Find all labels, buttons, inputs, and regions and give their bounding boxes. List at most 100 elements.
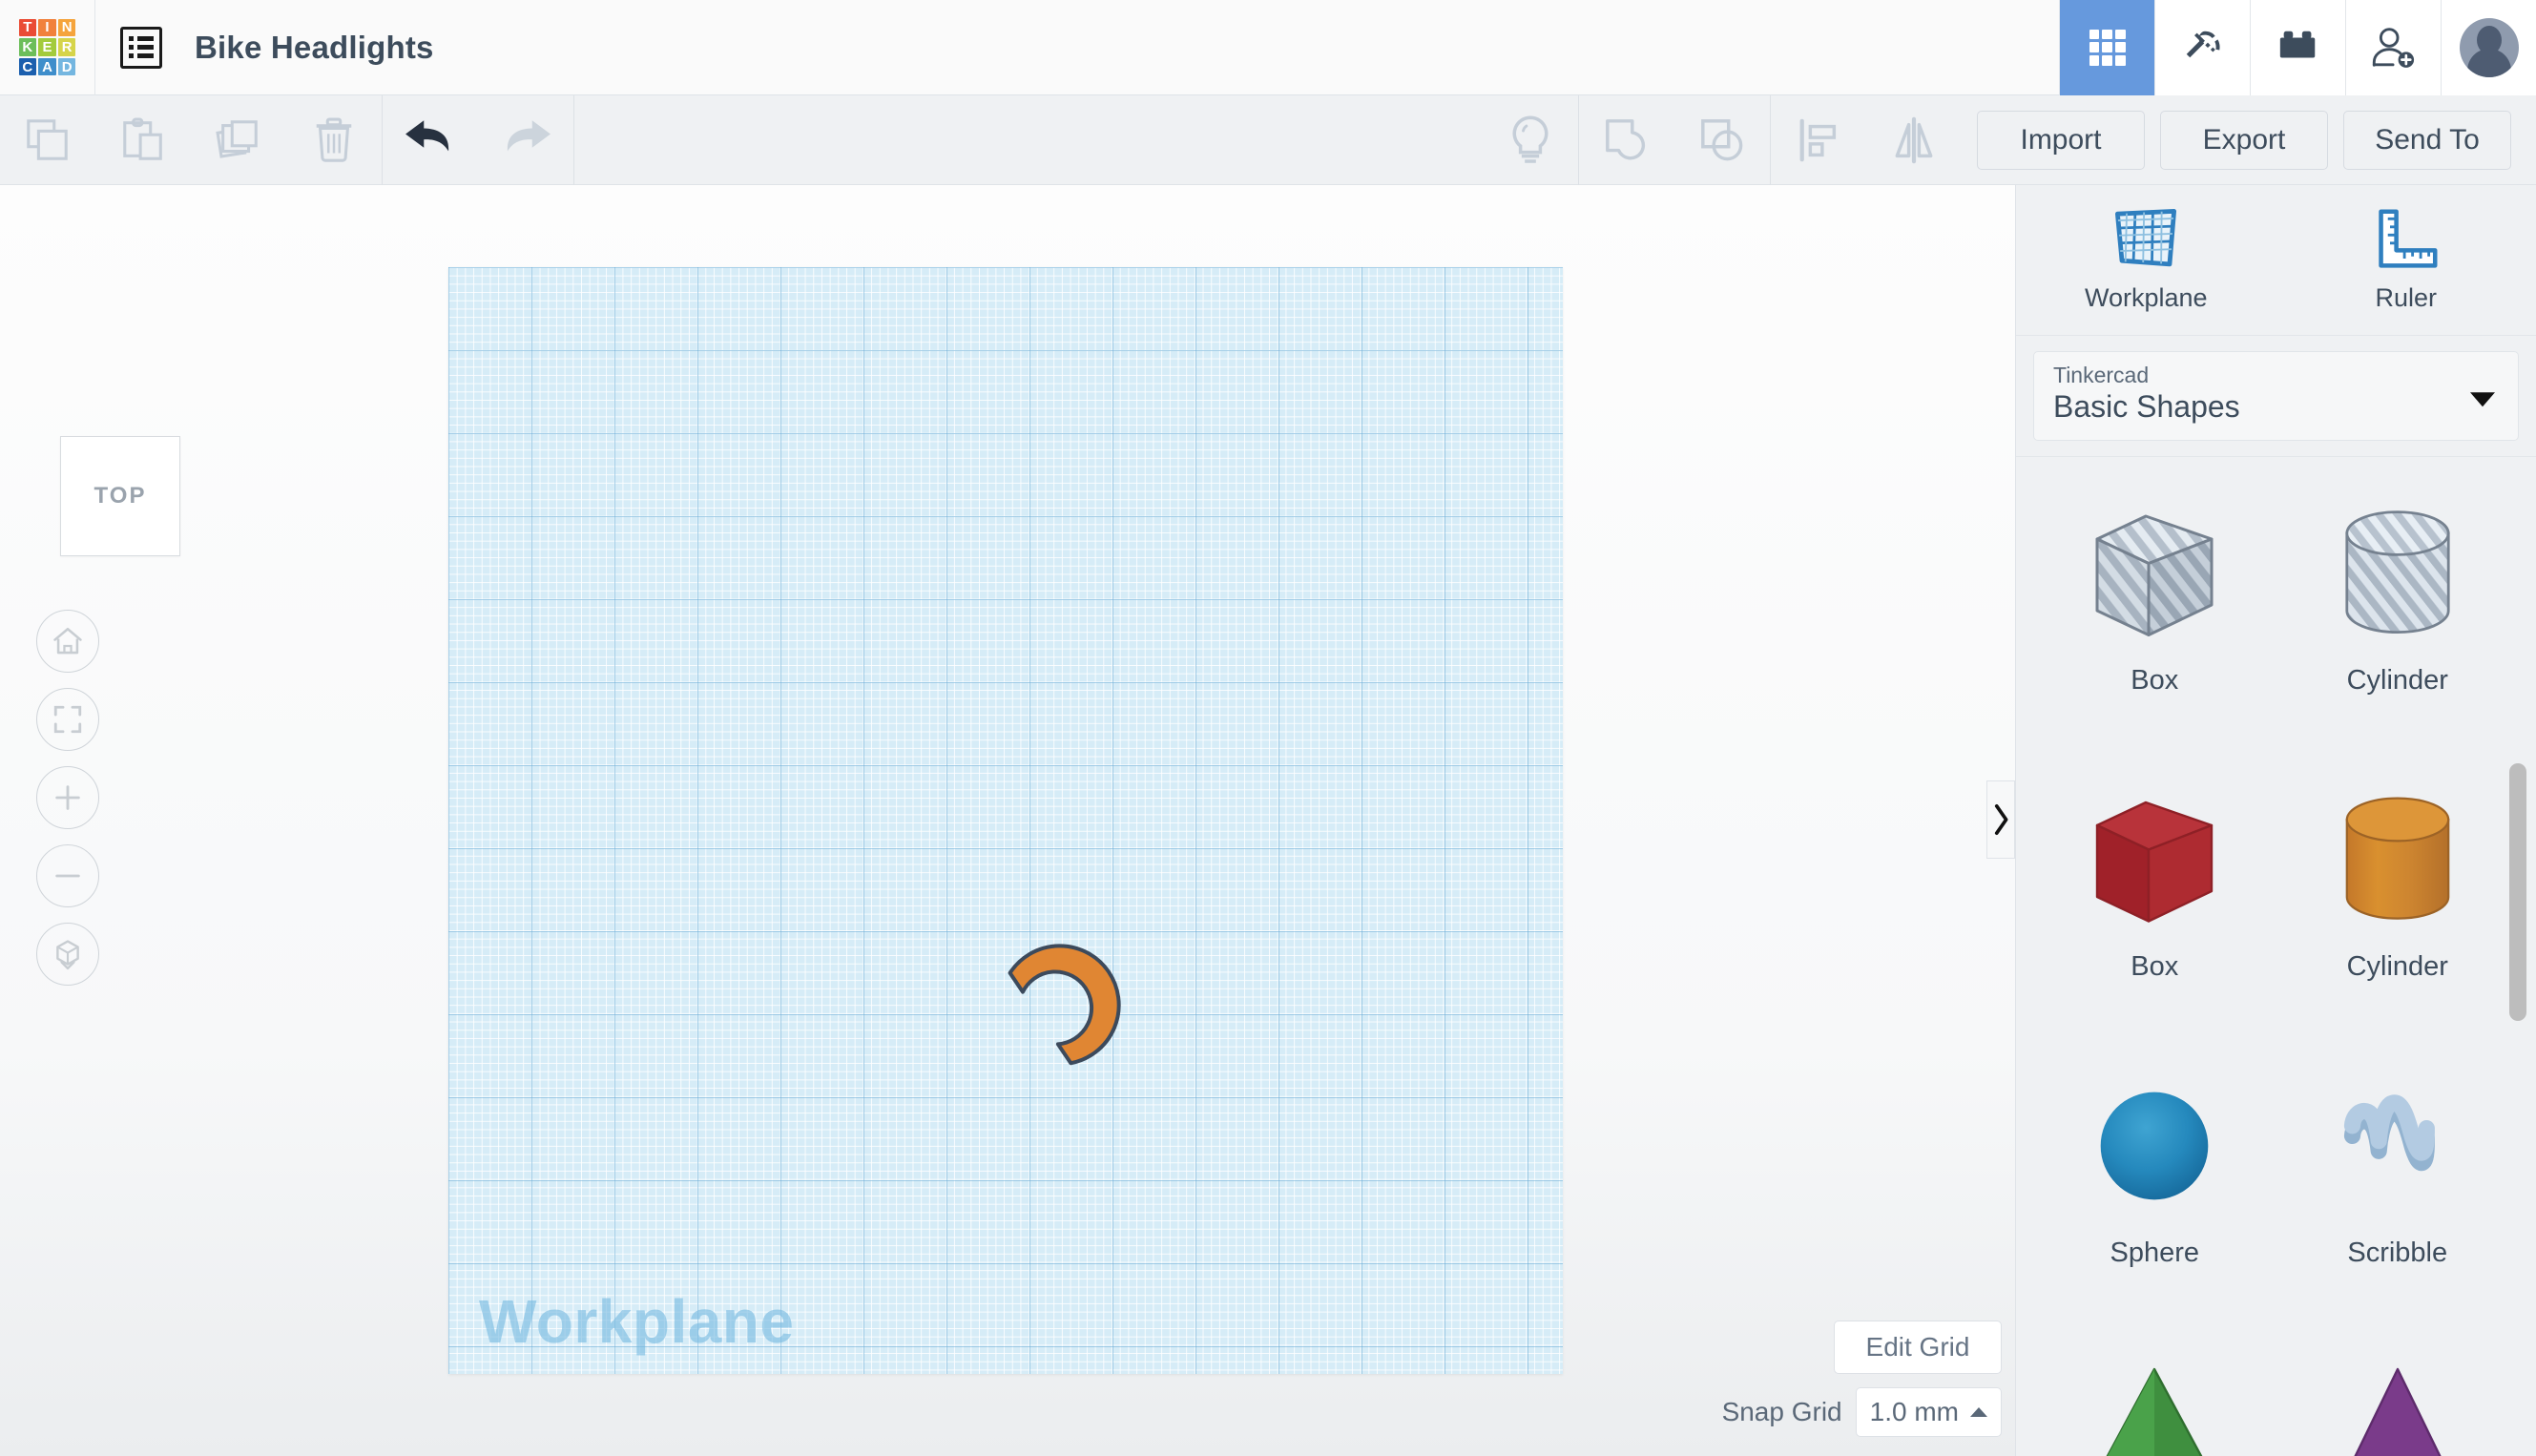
mode-3d-design[interactable] bbox=[2059, 0, 2154, 95]
shape-item-box-hole[interactable]: Box bbox=[2033, 467, 2276, 753]
mode-blocks[interactable] bbox=[2250, 0, 2345, 95]
home-view-button[interactable] bbox=[36, 610, 99, 673]
logo-tile: R bbox=[57, 38, 76, 56]
panel-collapse-button[interactable] bbox=[1986, 780, 2015, 859]
shape-row: Sphere Scribble bbox=[2033, 1039, 2519, 1325]
chevron-right-icon bbox=[1994, 803, 2008, 836]
paste-icon bbox=[123, 117, 162, 160]
lightbulb-icon bbox=[1512, 115, 1549, 163]
logo-tile: T bbox=[18, 18, 37, 37]
hint-button[interactable] bbox=[1483, 95, 1578, 185]
paste-button[interactable] bbox=[95, 95, 191, 185]
workplane-icon bbox=[2115, 208, 2177, 267]
page-title[interactable]: Bike Headlights bbox=[187, 30, 434, 66]
avatar bbox=[2459, 17, 2519, 77]
workplane-label: Workplane bbox=[479, 1287, 795, 1356]
shape-row: Box Cylinder bbox=[2033, 753, 2519, 1039]
shape-item-scribble[interactable]: Scribble bbox=[2276, 1039, 2520, 1325]
shape-label: Box bbox=[2131, 665, 2179, 696]
import-button[interactable]: Import bbox=[1977, 110, 2145, 170]
logo-tile: I bbox=[38, 18, 56, 37]
workplane-tool[interactable]: Workplane bbox=[2016, 185, 2276, 335]
hint-tool-group bbox=[1483, 94, 1579, 185]
shape-label: Cylinder bbox=[2346, 951, 2448, 982]
shape-item-partial-purple[interactable] bbox=[2276, 1325, 2520, 1456]
shape-label: Sphere bbox=[2110, 1238, 2199, 1268]
edit-toolbar: Import Export Send To bbox=[0, 94, 2536, 185]
copy-icon bbox=[27, 118, 68, 160]
group-shapes-icon bbox=[1606, 118, 1646, 159]
duplicate-icon bbox=[216, 119, 258, 158]
design-canvas[interactable]: TOP Workplane Edit Grid Snap Grid 1.0 mm bbox=[0, 185, 2015, 1456]
copy-button[interactable] bbox=[0, 95, 95, 185]
edit-grid-button[interactable]: Edit Grid bbox=[1834, 1321, 2002, 1374]
pyramid-green-icon bbox=[2073, 1346, 2235, 1456]
delete-button[interactable] bbox=[286, 95, 382, 185]
plus-icon bbox=[55, 785, 80, 810]
logo-tile: C bbox=[18, 57, 37, 76]
shape-item-sphere[interactable]: Sphere bbox=[2033, 1039, 2276, 1325]
lego-brick-icon bbox=[2279, 31, 2315, 58]
ungroup-shapes-icon bbox=[1701, 118, 1743, 160]
home-icon bbox=[53, 627, 82, 655]
list-menu-icon bbox=[120, 26, 162, 69]
redo-arrow-icon bbox=[507, 119, 551, 151]
trash-icon bbox=[316, 117, 352, 162]
invite-people-button[interactable] bbox=[2345, 0, 2441, 95]
cone-purple-icon bbox=[2317, 1346, 2479, 1456]
snap-grid-select[interactable]: 1.0 mm bbox=[1855, 1387, 2002, 1437]
shape-item-cylinder-hole[interactable]: Cylinder bbox=[2276, 467, 2520, 753]
gallery-scrollbar-thumb[interactable] bbox=[2509, 763, 2526, 1021]
zoom-out-button[interactable] bbox=[36, 844, 99, 907]
tinkercad-logo[interactable]: T I N K E R C A D bbox=[0, 0, 95, 95]
triangle-down-icon bbox=[2470, 392, 2495, 407]
sphere-solid-icon bbox=[2073, 1060, 2235, 1232]
redo-button[interactable] bbox=[478, 95, 573, 185]
shape-item-cylinder-solid[interactable]: Cylinder bbox=[2276, 753, 2520, 1039]
send-to-button[interactable]: Send To bbox=[2343, 110, 2511, 170]
shape-item-partial-green[interactable] bbox=[2033, 1325, 2276, 1456]
shape-item-box-solid[interactable]: Box bbox=[2033, 753, 2276, 1039]
mode-minecraft[interactable] bbox=[2154, 0, 2250, 95]
align-button[interactable] bbox=[1771, 95, 1866, 185]
undo-button[interactable] bbox=[383, 95, 478, 185]
shapes-panel: Workplane Ruler Tinkercad Basic Shapes B… bbox=[2015, 185, 2536, 1456]
logo-tile: A bbox=[38, 57, 56, 76]
view-cube-face-label: TOP bbox=[94, 483, 147, 509]
fit-to-view-button[interactable] bbox=[36, 688, 99, 751]
scribble-icon bbox=[2317, 1060, 2479, 1232]
shape-label: Cylinder bbox=[2346, 665, 2448, 696]
box-solid-icon bbox=[2073, 774, 2235, 946]
align-icon bbox=[1799, 118, 1837, 161]
grid-icon bbox=[2089, 29, 2126, 66]
c-ring-shape[interactable] bbox=[979, 895, 1175, 1092]
mirror-flip-icon bbox=[1895, 116, 1933, 163]
shape-library-select[interactable]: Tinkercad Basic Shapes bbox=[2033, 351, 2519, 441]
ungroup-button[interactable] bbox=[1674, 95, 1770, 185]
snap-grid-value: 1.0 mm bbox=[1869, 1397, 1959, 1426]
zoom-in-button[interactable] bbox=[36, 766, 99, 829]
export-button[interactable]: Export bbox=[2160, 110, 2328, 170]
user-avatar-button[interactable] bbox=[2441, 0, 2536, 95]
shape-row: Box Cylinder bbox=[2033, 467, 2519, 753]
history-tool-group bbox=[383, 94, 574, 185]
pickaxe-icon bbox=[2186, 31, 2220, 57]
cylinder-solid-icon bbox=[2317, 774, 2479, 946]
group-button[interactable] bbox=[1579, 95, 1674, 185]
logo-tile: D bbox=[57, 57, 76, 76]
view-cube[interactable]: TOP bbox=[60, 436, 180, 556]
ortho-cube-icon bbox=[56, 940, 79, 970]
gallery-scrollbar[interactable] bbox=[2509, 467, 2526, 1456]
tinkercad-logo-grid: T I N K E R C A D bbox=[18, 18, 76, 76]
duplicate-button[interactable] bbox=[191, 95, 286, 185]
edit-tool-group bbox=[0, 94, 383, 185]
perspective-toggle-button[interactable] bbox=[36, 923, 99, 986]
fit-frame-icon bbox=[53, 705, 82, 734]
workplane-tool-label: Workplane bbox=[2084, 283, 2208, 312]
mirror-button[interactable] bbox=[1866, 95, 1962, 185]
workplane-grid[interactable]: Workplane bbox=[448, 267, 1563, 1374]
shape-row-partial bbox=[2033, 1325, 2519, 1456]
list-menu-button[interactable] bbox=[95, 0, 187, 95]
align-tool-group bbox=[1771, 95, 1962, 185]
ruler-tool[interactable]: Ruler bbox=[2276, 185, 2536, 335]
